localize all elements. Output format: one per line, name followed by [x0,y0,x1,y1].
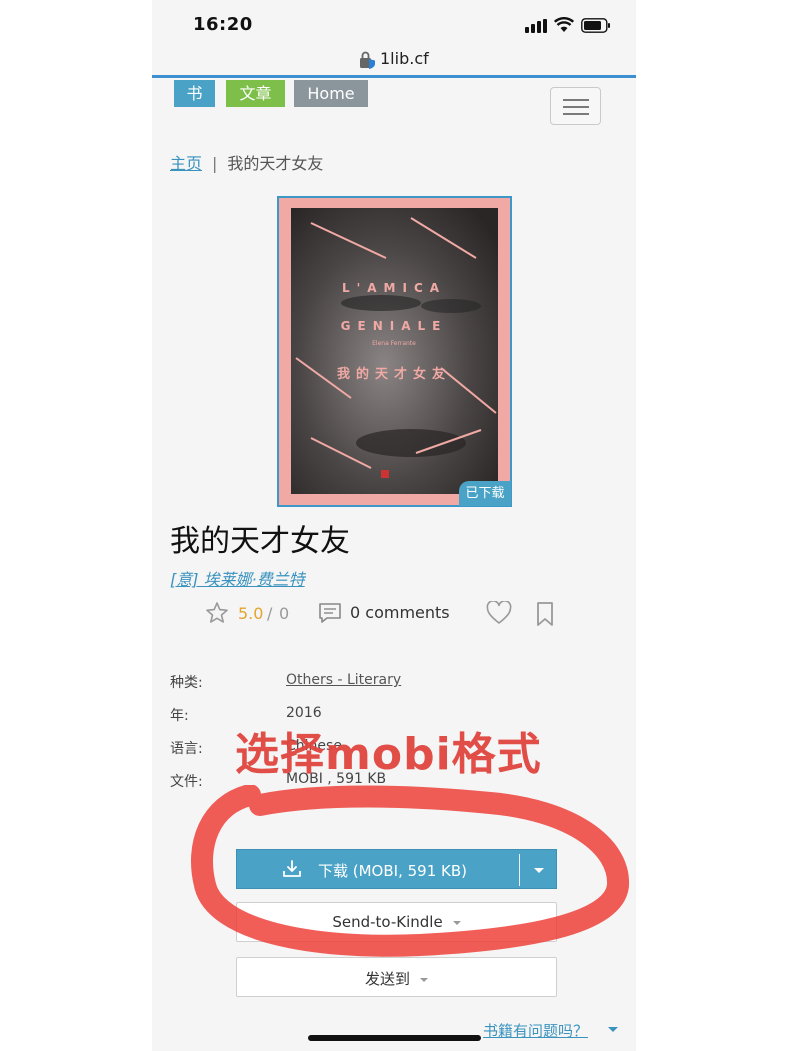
comment-icon[interactable] [318,602,342,624]
download-button-label: 下载 (MOBI, 591 KB) [318,862,467,880]
url-text: 1lib.cf [380,49,429,68]
downloaded-badge: 已下载 [459,481,511,506]
send-to-caret-icon [420,977,428,982]
phone-screen: 16:20 1lib.cf 书 文章 Home 主页 | 我的天才女友 L'AM… [152,0,636,1051]
rating-value: 5.0 [238,604,264,623]
wifi-icon [554,17,574,32]
report-problem-link[interactable]: 书籍有问题吗？ [483,1020,588,1041]
send-to-kindle-label: Send-to-Kindle [332,913,443,931]
star-icon[interactable] [205,601,229,625]
page-load-progress [152,75,636,78]
detail-language-label: 语言: [170,741,203,757]
tab-articles[interactable]: 文章 [226,80,285,107]
rating-count: 0 [279,604,290,623]
status-time: 16:20 [193,14,253,35]
send-to-kindle-caret-icon [452,920,461,925]
breadcrumb: 主页 | 我的天才女友 [170,150,323,174]
breadcrumb-separator: | [212,154,218,173]
download-divider [519,854,520,886]
download-button[interactable]: 下载 (MOBI, 591 KB) [236,849,557,889]
status-bar: 16:20 [152,0,636,46]
signal-icon [525,19,547,33]
download-icon [283,860,301,877]
cover-title-cn: 我的天才女友 [337,366,451,382]
home-indicator [308,1035,481,1041]
annotation-text: 选择mobi格式 [235,729,542,780]
send-to-button[interactable]: 发送到 [236,957,557,997]
cover-artwork: L'AMICA GENIALE Elena Ferrante 我的天才女友 [291,208,498,494]
lock-icon [360,51,375,69]
detail-file-label: 文件: [170,774,203,790]
book-title: 我的天才女友 [170,524,350,559]
detail-year-label: 年: [170,708,189,724]
breadcrumb-home-link[interactable]: 主页 [170,154,202,173]
rating-separator: / [267,604,273,623]
cover-title-line1: L'AMICA [342,281,446,295]
cover-author-en: Elena Ferrante [372,340,416,347]
book-cover-image: L'AMICA GENIALE Elena Ferrante 我的天才女友 [291,208,498,494]
menu-button[interactable] [550,87,601,125]
send-to-label: 发送到 [364,970,410,988]
address-bar[interactable]: 1lib.cf [152,46,636,76]
download-options-caret-icon[interactable] [534,868,544,873]
detail-category-label: 种类: [170,675,203,691]
send-to-kindle-button[interactable]: Send-to-Kindle [236,902,557,942]
book-author-link[interactable]: [意] 埃莱娜·费兰特 [170,566,305,590]
heart-icon[interactable] [486,601,512,625]
hamburger-icon [563,99,589,101]
battery-icon [581,18,610,33]
tab-books[interactable]: 书 [174,80,215,107]
comments-link[interactable]: 0 comments [350,603,450,622]
bookmark-icon[interactable] [535,601,555,627]
hamburger-icon-line [563,106,589,108]
hamburger-icon-line [563,113,589,115]
book-cover[interactable]: L'AMICA GENIALE Elena Ferrante 我的天才女友 [277,196,512,507]
tab-home[interactable]: Home [294,80,368,107]
cover-title-line2: GENIALE [341,319,448,333]
breadcrumb-current: 我的天才女友 [227,154,324,173]
page-load-progress-fill [152,75,636,78]
report-problem-caret-icon[interactable] [608,1027,618,1032]
detail-category-link[interactable]: Others - Literary [286,672,401,688]
